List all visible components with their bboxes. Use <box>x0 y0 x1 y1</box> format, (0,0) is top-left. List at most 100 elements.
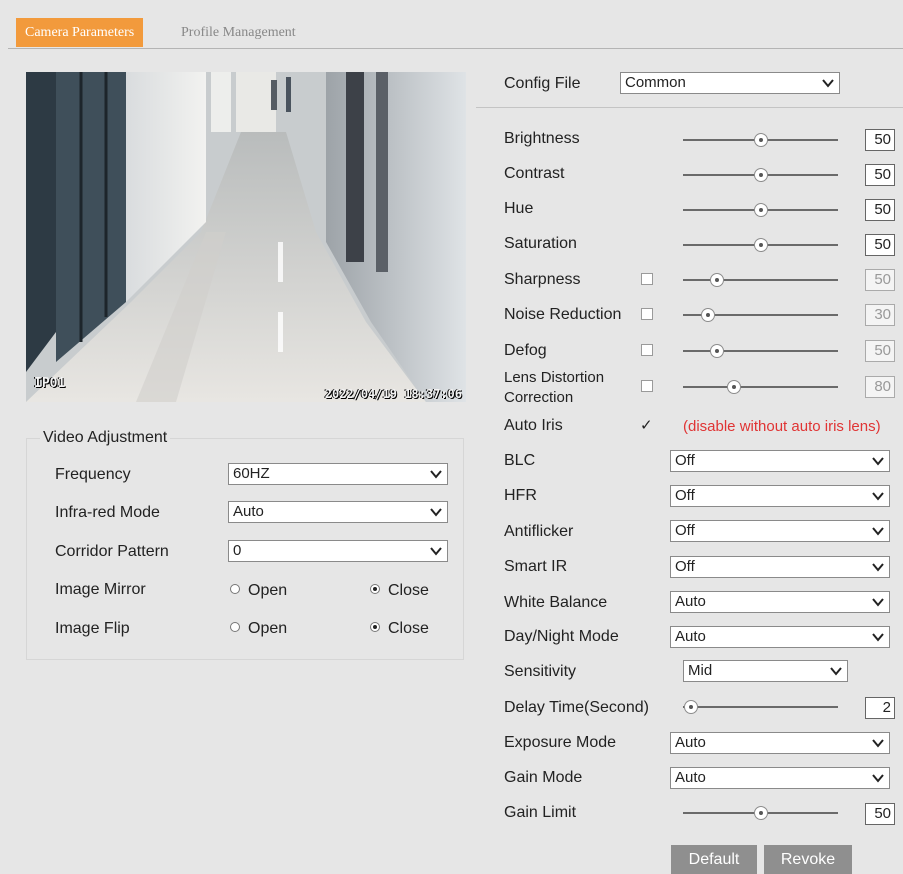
defog-label: Defog <box>504 342 547 359</box>
corridor-pattern-label: Corridor Pattern <box>55 543 169 560</box>
slider-handle[interactable] <box>753 806 768 820</box>
defog-slider[interactable] <box>683 344 838 358</box>
lens-distortion-checkbox[interactable] <box>641 380 653 392</box>
gain-limit-value-input[interactable]: 50 <box>865 803 895 825</box>
chevron-down-icon <box>872 563 884 572</box>
corridor-pattern-value: 0 <box>233 542 242 559</box>
radio-label: Close <box>388 582 429 599</box>
chevron-down-icon <box>872 774 884 783</box>
hfr-select[interactable]: Off <box>670 485 890 507</box>
exposure-mode-label: Exposure Mode <box>504 734 617 751</box>
gain-limit-slider[interactable] <box>683 806 838 820</box>
tab-bar: Camera Parameters Profile Management <box>8 8 903 49</box>
chevron-down-icon <box>430 547 442 556</box>
chevron-down-icon <box>872 492 884 501</box>
slider-handle[interactable] <box>727 380 742 394</box>
image-mirror-open-radio[interactable]: Open <box>230 582 287 600</box>
hue-slider[interactable] <box>683 203 838 217</box>
day-night-mode-select[interactable]: Auto <box>670 626 890 648</box>
antiflicker-select[interactable]: Off <box>670 520 890 542</box>
white-balance-value: Auto <box>675 593 706 610</box>
image-mirror-close-radio[interactable]: Close <box>370 582 429 600</box>
slider-track <box>683 279 838 281</box>
infrared-mode-select[interactable]: Auto <box>228 501 448 523</box>
slider-handle[interactable] <box>710 344 725 358</box>
chevron-down-icon <box>872 633 884 642</box>
defog-value-input[interactable]: 50 <box>865 340 895 362</box>
saturation-value-input[interactable]: 50 <box>865 234 895 256</box>
hue-value-input[interactable]: 50 <box>865 199 895 221</box>
sharpness-slider[interactable] <box>683 273 838 287</box>
sharpness-value-input[interactable]: 50 <box>865 269 895 291</box>
lens-distortion-label-line2: Correction <box>504 389 574 406</box>
config-file-select[interactable]: Common <box>620 72 840 94</box>
lens-distortion-slider[interactable] <box>683 380 838 394</box>
gain-mode-value: Auto <box>675 769 706 786</box>
white-balance-select[interactable]: Auto <box>670 591 890 613</box>
saturation-slider[interactable] <box>683 238 838 252</box>
chevron-down-icon <box>872 527 884 536</box>
slider-handle[interactable] <box>753 133 768 147</box>
hfr-value: Off <box>675 487 695 504</box>
frequency-value: 60HZ <box>233 465 270 482</box>
defog-checkbox[interactable] <box>641 344 653 356</box>
exposure-mode-select[interactable]: Auto <box>670 732 890 754</box>
camera-preview: IP01 2022/04/19 18:37:06 <box>26 72 466 402</box>
slider-handle[interactable] <box>710 273 725 287</box>
slider-track <box>683 350 838 352</box>
tab-camera-parameters[interactable]: Camera Parameters <box>16 18 144 47</box>
radio-dot-icon <box>230 621 240 632</box>
noise-reduction-checkbox[interactable] <box>641 308 653 320</box>
slider-handle[interactable] <box>753 238 768 252</box>
corridor-pattern-select[interactable]: 0 <box>228 540 448 562</box>
slider-handle[interactable] <box>753 203 768 217</box>
revoke-button[interactable]: Revoke <box>764 845 852 874</box>
sharpness-checkbox[interactable] <box>641 273 653 285</box>
blc-label: BLC <box>504 452 536 469</box>
gain-mode-select[interactable]: Auto <box>670 767 890 789</box>
white-balance-label: White Balance <box>504 594 608 611</box>
radio-label: Close <box>388 620 429 637</box>
smart-ir-value: Off <box>675 558 695 575</box>
lens-distortion-value-input[interactable]: 80 <box>865 376 895 398</box>
chevron-down-icon <box>872 739 884 748</box>
default-button[interactable]: Default <box>671 845 757 874</box>
corridor-scene-image <box>26 72 466 402</box>
contrast-slider[interactable] <box>683 168 838 182</box>
sensitivity-select[interactable]: Mid <box>683 660 848 682</box>
checkmark-icon: ✓ <box>640 417 653 434</box>
noise-reduction-value-input[interactable]: 30 <box>865 304 895 326</box>
brightness-value-input[interactable]: 50 <box>865 129 895 151</box>
chevron-down-icon <box>822 79 834 88</box>
image-flip-close-radio[interactable]: Close <box>370 620 429 638</box>
frequency-select[interactable]: 60HZ <box>228 463 448 485</box>
slider-handle[interactable] <box>683 700 698 714</box>
blc-select[interactable]: Off <box>670 450 890 472</box>
infrared-mode-label: Infra-red Mode <box>55 504 160 521</box>
radio-dot-selected-icon <box>370 621 380 632</box>
blc-value: Off <box>675 452 695 469</box>
section-divider <box>476 107 903 108</box>
osd-camera-name: IP01 <box>34 376 66 391</box>
brightness-slider[interactable] <box>683 133 838 147</box>
chevron-down-icon <box>872 457 884 466</box>
radio-label: Open <box>248 620 288 637</box>
contrast-value-input[interactable]: 50 <box>865 164 895 186</box>
exposure-mode-value: Auto <box>675 734 706 751</box>
auto-iris-checkbox[interactable]: ✓ <box>640 416 653 434</box>
brightness-label: Brightness <box>504 130 580 147</box>
image-flip-open-radio[interactable]: Open <box>230 620 287 638</box>
gain-mode-label: Gain Mode <box>504 769 583 786</box>
auto-iris-warning: (disable without auto iris lens) <box>683 418 881 435</box>
slider-handle[interactable] <box>753 168 768 182</box>
delay-time-value-input[interactable]: 2 <box>865 697 895 719</box>
delay-time-slider[interactable] <box>683 700 838 714</box>
smart-ir-select[interactable]: Off <box>670 556 890 578</box>
slider-handle[interactable] <box>700 308 715 322</box>
day-night-mode-value: Auto <box>675 628 706 645</box>
chevron-down-icon <box>430 508 442 517</box>
infrared-mode-value: Auto <box>233 503 264 520</box>
tab-profile-management[interactable]: Profile Management <box>172 18 305 47</box>
noise-reduction-slider[interactable] <box>683 308 838 322</box>
radio-label: Open <box>248 582 288 599</box>
